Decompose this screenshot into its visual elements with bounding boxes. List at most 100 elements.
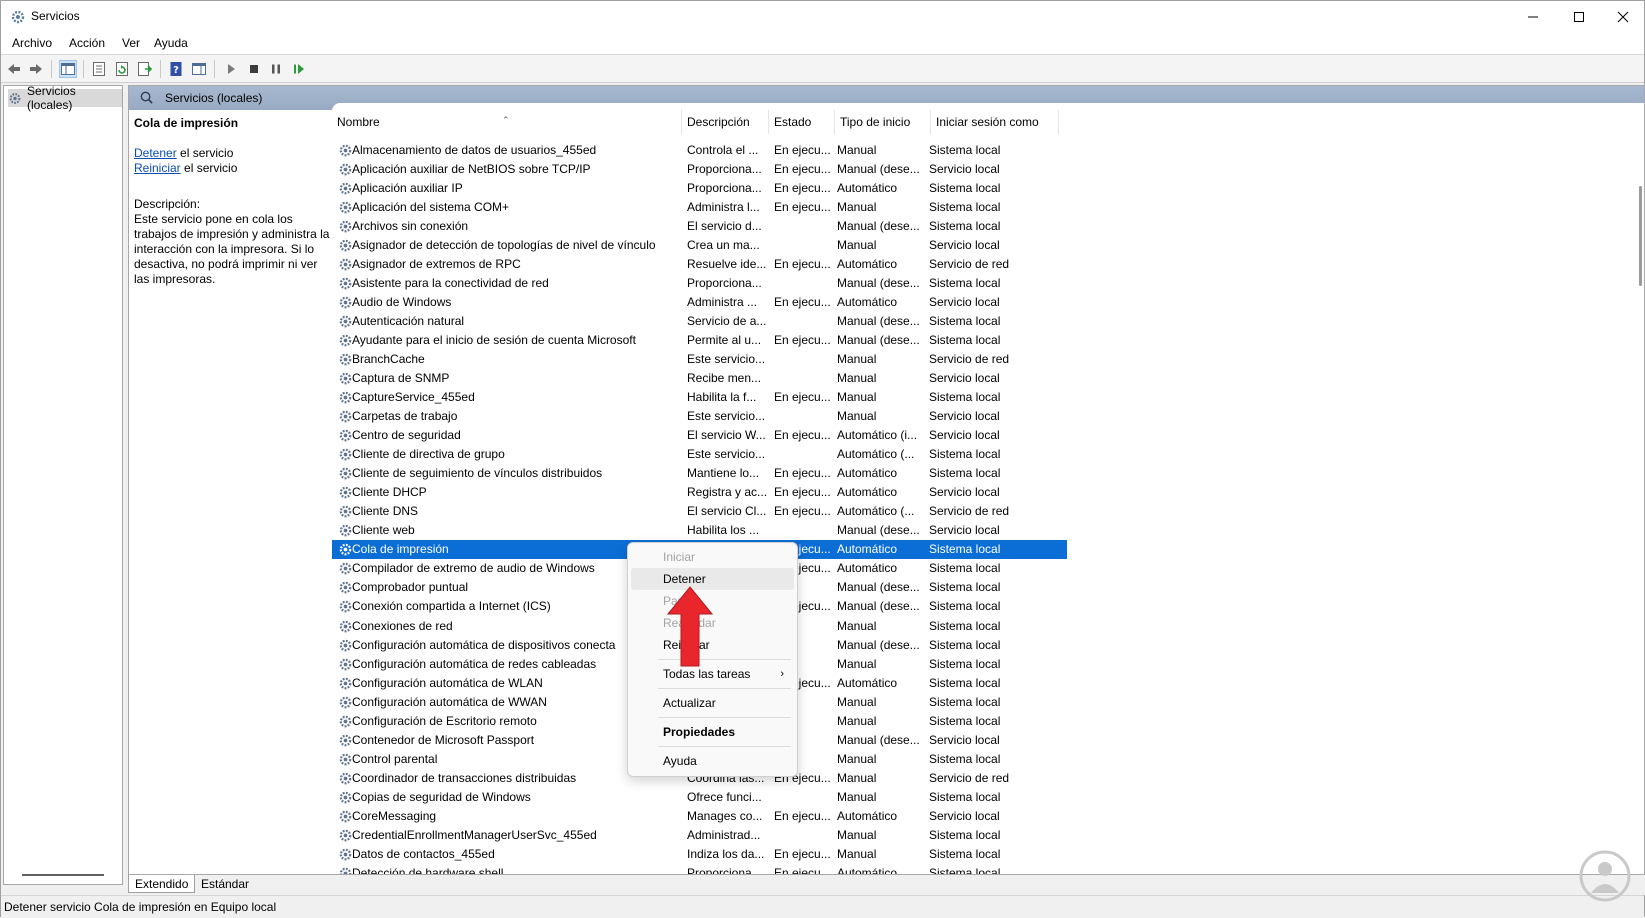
table-row[interactable]: Asistente para la conectividad de red Pro… bbox=[332, 274, 1212, 293]
gear-icon bbox=[339, 544, 352, 556]
refresh-button[interactable] bbox=[113, 60, 131, 78]
column-header-descripcion[interactable]: Descripción bbox=[682, 110, 769, 134]
stop-service-link[interactable]: Detener bbox=[134, 146, 177, 160]
context-menu-ayuda[interactable]: Ayuda bbox=[631, 750, 794, 772]
table-row[interactable]: Archivos sin conexión El servicio d... Man… bbox=[332, 217, 1212, 236]
tree-horizontal-scrollbar[interactable] bbox=[22, 874, 104, 876]
cell-descripcion: Administra l... bbox=[687, 200, 760, 215]
export-list-button[interactable] bbox=[136, 60, 154, 78]
help-button[interactable]: ? bbox=[167, 60, 185, 78]
tab-label: Extendido bbox=[135, 877, 189, 891]
cell-descripcion: Proporciona... bbox=[687, 865, 762, 875]
table-row[interactable]: Centro de seguridad El servicio W... En ej… bbox=[332, 426, 1212, 445]
vertical-scrollbar[interactable] bbox=[1639, 186, 1642, 286]
table-row[interactable]: BranchCache Este servicio... Manual Servici… bbox=[332, 350, 1212, 369]
toolbar-separator bbox=[51, 60, 52, 78]
table-row[interactable]: Cliente de seguimiento de vínculos distr… bbox=[332, 464, 1212, 483]
table-row[interactable]: Datos de contactos_455ed Indiza los da...… bbox=[332, 845, 1212, 864]
cell-estado: En ejecu... bbox=[774, 390, 831, 405]
table-row[interactable]: Ayudante para el inicio de sesión de cue… bbox=[332, 331, 1212, 350]
start-service-button[interactable] bbox=[222, 60, 240, 78]
column-header-iniciar-sesion[interactable]: Iniciar sesión como bbox=[931, 110, 1059, 134]
column-header-estado[interactable]: Estado bbox=[769, 110, 835, 134]
pause-service-button[interactable] bbox=[267, 60, 285, 78]
cell-iniciar-sesion: Sistema local bbox=[929, 789, 1001, 804]
cell-iniciar-sesion: Servicio local bbox=[929, 295, 1000, 310]
restart-service-button[interactable] bbox=[290, 60, 308, 78]
restart-service-link[interactable]: Reiniciar bbox=[134, 161, 181, 175]
table-row[interactable]: CoreMessaging Manages co... En ejecu... Aut… bbox=[332, 807, 1212, 826]
cell-nombre: Audio de Windows bbox=[352, 295, 452, 310]
cell-nombre: Carpetas de trabajo bbox=[352, 409, 458, 424]
cell-estado: En ejecu... bbox=[774, 428, 831, 443]
cell-tipo-inicio: Manual (dese... bbox=[837, 276, 920, 291]
forward-button[interactable] bbox=[27, 60, 45, 78]
table-row[interactable]: Carpetas de trabajo Este servicio... Manua… bbox=[332, 407, 1212, 426]
cell-iniciar-sesion: Servicio local bbox=[929, 485, 1000, 500]
menu-item-label: Actualizar bbox=[663, 696, 716, 710]
close-button[interactable] bbox=[1600, 1, 1645, 33]
menu-ayuda[interactable]: Ayuda bbox=[154, 36, 188, 50]
column-header-nombre[interactable]: ⌃ Nombre bbox=[332, 110, 682, 134]
table-row[interactable]: Detección de hardware shell Proporciona..… bbox=[332, 864, 1212, 875]
context-menu-iniciar[interactable]: Iniciar bbox=[631, 546, 794, 568]
gear-icon bbox=[339, 563, 352, 575]
cell-estado: En ejecu... bbox=[774, 846, 831, 861]
gear-icon bbox=[339, 144, 352, 157]
console-tree-pane: Servicios (locales) bbox=[3, 84, 123, 885]
table-row[interactable]: Cliente web Habilita los ... Manual (dese.… bbox=[332, 521, 1212, 540]
table-row[interactable]: Cliente de directiva de grupo Este servic… bbox=[332, 445, 1212, 464]
table-header: ⌃ Nombre Descripción Estado Tipo de inic… bbox=[332, 110, 1212, 134]
context-menu-actualizar[interactable]: Actualizar bbox=[631, 692, 794, 714]
cell-descripcion: Proporciona... bbox=[687, 276, 762, 291]
cell-descripcion: Controla el ... bbox=[687, 143, 759, 157]
context-menu-propiedades[interactable]: Propiedades bbox=[631, 721, 794, 743]
tab-estandar[interactable]: Estándar bbox=[195, 875, 255, 893]
table-row[interactable]: CredentialEnrollmentManagerUserSvc_455ed… bbox=[332, 826, 1212, 845]
table-row[interactable]: Asignador de extremos de RPC Resuelve ide… bbox=[332, 255, 1212, 274]
table-row[interactable]: Cliente DNS El servicio Cl... En ejecu... A… bbox=[332, 502, 1212, 521]
table-row[interactable]: Captura de SNMP Recibe men... Manual Servic… bbox=[332, 369, 1212, 388]
cell-tipo-inicio: Automático bbox=[837, 675, 898, 690]
table-row[interactable]: Cliente DHCP Registra y ac... En ejecu... A… bbox=[332, 483, 1212, 502]
table-row[interactable]: Asignador de detección de topologías de … bbox=[332, 236, 1212, 255]
red-arrow-annotation bbox=[667, 586, 713, 667]
cell-tipo-inicio: Automático (... bbox=[837, 447, 915, 462]
action-pane-button[interactable] bbox=[190, 60, 208, 78]
table-row[interactable]: Aplicación del sistema COM+ Administra l.… bbox=[332, 198, 1212, 217]
column-header-tipo-inicio[interactable]: Tipo de inicio bbox=[835, 110, 931, 134]
table-row[interactable]: Almacenamiento de datos de usuarios_455e… bbox=[332, 141, 1212, 160]
table-row[interactable]: CaptureService_455ed Habilita la f... En e… bbox=[332, 388, 1212, 407]
menu-accion[interactable]: Acción bbox=[69, 36, 105, 50]
table-row[interactable]: Copias de seguridad de Windows Ofrece fun… bbox=[332, 788, 1212, 807]
cell-nombre: Cliente web bbox=[352, 523, 415, 538]
show-hide-tree-button[interactable] bbox=[59, 60, 77, 78]
tab-extendido[interactable]: Extendido bbox=[128, 875, 196, 893]
cell-iniciar-sesion: Servicio local bbox=[929, 162, 1000, 177]
menu-ver[interactable]: Ver bbox=[122, 36, 140, 50]
table-row[interactable]: Audio de Windows Administra ... En ejecu..… bbox=[332, 293, 1212, 312]
cell-estado: En ejecu... bbox=[774, 295, 831, 310]
cell-iniciar-sesion: Servicio de red bbox=[929, 770, 1010, 785]
maximize-button[interactable] bbox=[1556, 1, 1602, 33]
cell-iniciar-sesion: Servicio local bbox=[929, 428, 1000, 443]
stop-service-button[interactable] bbox=[245, 60, 263, 78]
cell-iniciar-sesion: Sistema local bbox=[929, 865, 1001, 875]
table-row[interactable]: Aplicación auxiliar IP Proporciona... En e… bbox=[332, 179, 1212, 198]
table-row[interactable]: Autenticación natural Servicio de a... Man… bbox=[332, 312, 1212, 331]
close-icon bbox=[1617, 11, 1629, 23]
table-row[interactable]: Aplicación auxiliar de NetBIOS sobre TCP… bbox=[332, 160, 1212, 179]
gear-icon bbox=[339, 620, 352, 632]
svg-text:?: ? bbox=[173, 65, 179, 76]
cell-descripcion: El servicio W... bbox=[687, 428, 766, 443]
tree-node-services-local[interactable]: Servicios (locales) bbox=[8, 84, 122, 112]
minimize-button[interactable] bbox=[1510, 1, 1556, 33]
menu-archivo[interactable]: Archivo bbox=[12, 36, 52, 50]
cell-nombre: BranchCache bbox=[352, 352, 425, 367]
cell-nombre: Detección de hardware shell bbox=[352, 865, 504, 875]
gear-icon bbox=[339, 220, 352, 233]
cell-tipo-inicio: Manual (dese... bbox=[837, 333, 920, 348]
back-button[interactable] bbox=[5, 60, 23, 78]
properties-button[interactable] bbox=[90, 60, 108, 78]
cell-tipo-inicio: Automático bbox=[837, 466, 898, 481]
